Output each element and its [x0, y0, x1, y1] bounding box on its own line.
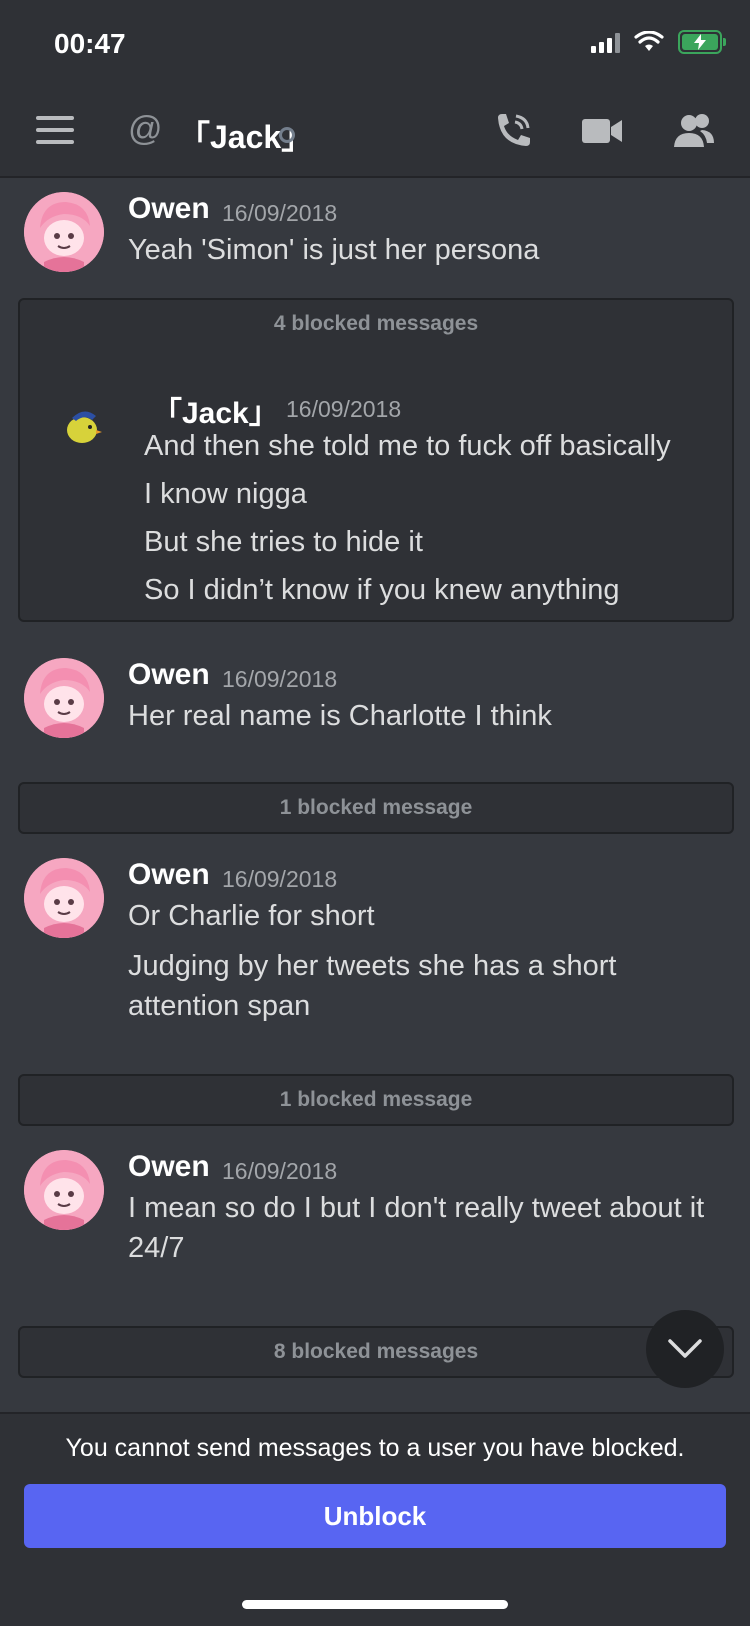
blocked-messages-collapsed[interactable]: 8 blocked messages	[18, 1326, 734, 1378]
message-date: 16/09/2018	[222, 866, 338, 892]
message-date: 16/09/2018	[222, 666, 338, 692]
blocked-messages-label[interactable]: 1 blocked message	[20, 1088, 732, 1112]
message-date: 16/09/2018	[222, 1158, 338, 1184]
message-author[interactable]: Owen	[128, 1150, 210, 1184]
status-time: 00:47	[54, 28, 126, 59]
message-text: Or Charlie for short	[128, 900, 375, 932]
composer-area: You cannot send messages to a user you h…	[0, 1412, 750, 1626]
header-actions	[492, 110, 716, 152]
blocked-messages-collapsed[interactable]: 1 blocked message	[18, 1074, 734, 1126]
blocked-messages-expanded[interactable]: 4 blocked messages 「Jack」 16/09/2018 And…	[18, 298, 734, 622]
jump-to-latest-button[interactable]	[646, 1310, 724, 1388]
battery-charging-icon	[678, 30, 726, 54]
blocked-notice: You cannot send messages to a user you h…	[65, 1434, 685, 1462]
message-author[interactable]: Owen	[128, 658, 210, 692]
cellular-signal-icon	[591, 31, 620, 53]
avatar[interactable]	[24, 858, 104, 938]
avatar[interactable]	[24, 192, 104, 272]
offline-status-icon	[279, 127, 295, 143]
avatar[interactable]	[24, 658, 104, 738]
menu-icon[interactable]	[36, 116, 74, 144]
chevron-down-icon	[668, 1339, 702, 1358]
message-text: So I didn’t know if you knew anything	[144, 574, 620, 606]
message-text: Judging by her tweets she has a short at…	[128, 950, 617, 1022]
blocked-messages-label[interactable]: 1 blocked message	[20, 796, 732, 820]
home-indicator	[242, 1600, 508, 1609]
voice-call-icon[interactable]	[492, 110, 534, 152]
wifi-icon	[634, 31, 664, 51]
message-text: Yeah 'Simon' is just her persona	[128, 234, 540, 266]
message-author[interactable]: Owen	[128, 192, 210, 226]
unblock-button[interactable]: Unblock	[24, 1484, 726, 1548]
video-call-icon[interactable]	[582, 116, 624, 146]
blocked-messages-collapsed[interactable]: 1 blocked message	[18, 782, 734, 834]
message-text: And then she told me to fuck off basical…	[144, 430, 671, 462]
message-list[interactable]: Owen 16/09/2018 Yeah 'Simon' is just her…	[0, 178, 750, 1412]
status-icons	[591, 30, 726, 54]
at-icon: @	[128, 110, 163, 148]
message-author[interactable]: Owen	[128, 858, 210, 892]
message-date: 16/09/2018	[222, 200, 338, 226]
message-text: I mean so do I but I don't really tweet …	[128, 1192, 705, 1264]
message-text: I know nigga	[144, 478, 307, 510]
blocked-messages-label[interactable]: 8 blocked messages	[20, 1340, 732, 1364]
blocked-messages-label[interactable]: 4 blocked messages	[20, 312, 732, 336]
top-bar: 00:47 @ 「Jack」	[0, 0, 750, 178]
message-text: Her real name is Charlotte I think	[128, 700, 552, 732]
avatar[interactable]	[62, 402, 106, 446]
avatar[interactable]	[24, 1150, 104, 1230]
channel-header: @ 「Jack」	[0, 100, 750, 164]
message-date: 16/09/2018	[286, 396, 402, 422]
message-text: But she tries to hide it	[144, 526, 423, 558]
members-icon[interactable]	[672, 113, 716, 149]
